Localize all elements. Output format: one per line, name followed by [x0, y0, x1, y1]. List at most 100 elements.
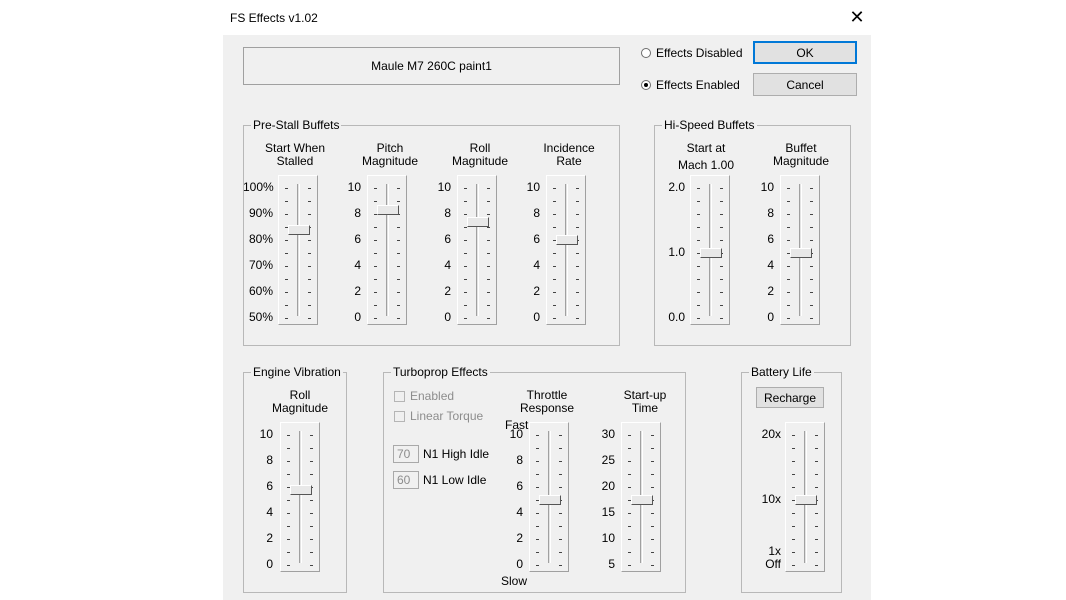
effects-disabled-radio[interactable]: Effects Disabled — [641, 46, 743, 60]
start-at-slider[interactable] — [690, 175, 730, 325]
tick-mark — [720, 227, 723, 228]
tick-mark — [576, 292, 579, 293]
tick-mark — [720, 266, 723, 267]
tick-label: 100% — [243, 180, 274, 194]
recharge-button[interactable]: Recharge — [756, 387, 824, 408]
startup-time-label: Start-up Time — [610, 389, 680, 415]
tick-label: 2 — [444, 284, 451, 298]
slider-thumb[interactable] — [467, 216, 489, 227]
tick-mark — [374, 318, 377, 319]
label-line: Time — [631, 401, 659, 415]
linear-torque-checkbox[interactable]: Linear Torque — [394, 409, 483, 423]
label-line: Magnitude — [451, 154, 509, 168]
tick-mark — [720, 279, 723, 280]
slider-thumb[interactable] — [631, 495, 653, 505]
slider-thumb[interactable] — [290, 484, 312, 495]
tick-mark — [464, 279, 467, 280]
tick-mark — [815, 539, 818, 540]
label-line: Start at — [686, 141, 726, 155]
tick-mark — [287, 526, 290, 527]
effects-enabled-radio[interactable]: Effects Enabled — [641, 78, 740, 92]
tick-mark — [815, 565, 818, 566]
tick-mark — [308, 240, 311, 241]
slider-thumb[interactable] — [790, 248, 812, 258]
buffet-magnitude-slider[interactable] — [780, 175, 820, 325]
tick-label: 10 — [509, 427, 523, 441]
n1-high-idle-input[interactable]: 70 — [393, 445, 419, 463]
tick-label: 0 — [767, 310, 774, 324]
tick-mark — [720, 201, 723, 202]
incidence-rate-slider[interactable] — [546, 175, 586, 325]
tick-label: 2 — [767, 284, 774, 298]
buffet-magnitude-label: Buffet Magnitude — [766, 142, 836, 168]
tick-mark — [310, 513, 313, 514]
tick-mark — [628, 435, 631, 436]
cancel-button[interactable]: Cancel — [753, 73, 857, 96]
slider-channel — [476, 184, 479, 316]
tick-mark — [559, 552, 562, 553]
tick-mark — [815, 435, 818, 436]
start-at-label: Start at Mach 1.00 — [671, 142, 741, 172]
tick-mark — [787, 318, 790, 319]
tick-mark — [810, 266, 813, 267]
pitch-magnitude-label: Pitch Magnitude — [355, 142, 425, 168]
tick-mark — [487, 214, 490, 215]
slider-thumb[interactable] — [556, 235, 578, 245]
tick-mark — [285, 279, 288, 280]
start-when-stalled-slider[interactable] — [278, 175, 318, 325]
tick-label: 6 — [444, 232, 451, 246]
label-line: Magnitude — [772, 154, 830, 168]
tick-mark — [815, 474, 818, 475]
slider-thumb[interactable] — [700, 248, 722, 258]
slider-thumb[interactable] — [795, 495, 817, 505]
tick-mark — [792, 474, 795, 475]
tick-mark — [464, 253, 467, 254]
tick-mark — [651, 435, 654, 436]
tick-label: 5 — [608, 557, 615, 571]
tick-mark — [559, 487, 562, 488]
tick-mark — [374, 279, 377, 280]
tick-mark — [287, 552, 290, 553]
roll-magnitude-slider[interactable] — [457, 175, 497, 325]
tick-label: 30 — [601, 427, 615, 441]
slider-thumb[interactable] — [539, 495, 561, 505]
tick-mark — [487, 266, 490, 267]
tick-mark — [308, 318, 311, 319]
n1-low-idle-input[interactable]: 60 — [393, 471, 419, 489]
tick-mark — [810, 227, 813, 228]
tick-mark — [697, 318, 700, 319]
tick-mark — [536, 474, 539, 475]
engine-roll-slider[interactable] — [280, 422, 320, 572]
battery-slider[interactable] — [785, 422, 825, 572]
tick-mark — [559, 513, 562, 514]
tick-label: 10 — [526, 180, 540, 194]
turboprop-enabled-checkbox[interactable]: Enabled — [394, 389, 454, 403]
tick-mark — [815, 448, 818, 449]
tick-mark — [374, 253, 377, 254]
tick-label: 10 — [259, 427, 273, 441]
tick-mark — [308, 188, 311, 189]
tick-label: 0 — [354, 310, 361, 324]
throttle-response-slider[interactable] — [529, 422, 569, 572]
tick-mark — [628, 539, 631, 540]
tick-mark — [464, 227, 467, 228]
ok-button[interactable]: OK — [753, 41, 857, 64]
startup-time-slider[interactable] — [621, 422, 661, 572]
close-icon[interactable]: ✕ — [848, 7, 866, 27]
tick-mark — [792, 526, 795, 527]
tick-mark — [720, 318, 723, 319]
tick-mark — [308, 292, 311, 293]
engine-title: Engine Vibration — [251, 365, 343, 379]
slider-thumb[interactable] — [288, 224, 310, 235]
tick-mark — [285, 214, 288, 215]
pitch-magnitude-slider[interactable] — [367, 175, 407, 325]
tick-mark — [310, 500, 313, 501]
window: FS Effects v1.02 ✕ Maule M7 260C paint1 … — [0, 0, 1066, 600]
slider-thumb[interactable] — [377, 205, 399, 216]
tick-label: 1.0 — [668, 245, 685, 259]
tick-mark — [628, 487, 631, 488]
tick-mark — [310, 461, 313, 462]
tick-mark — [285, 201, 288, 202]
tick-mark — [487, 253, 490, 254]
roll-magnitude-label: Roll Magnitude — [445, 142, 515, 168]
